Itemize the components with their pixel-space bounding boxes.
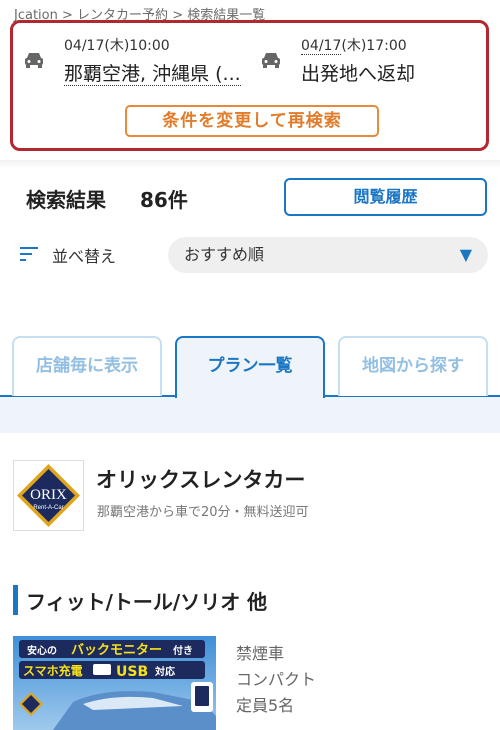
plan-attribute-capacity: 定員5名 [236,696,295,715]
results-title: 検索結果 [26,188,106,212]
photo-banner-1-suffix: 付き [173,644,193,657]
pickup-date: 04/17 [64,38,105,54]
sort-select[interactable]: おすすめ順 ▼ [168,237,488,273]
header-shadow [0,160,500,168]
return-location[interactable]: 出発地へ返却 [301,59,415,86]
photo-banner-1-highlight: バックモニター [71,643,162,658]
caret-down-icon: ▼ [459,245,472,264]
sort-label: 並べ替え [52,247,117,266]
orix-logo-subtext: Rent-A-Car [33,505,63,511]
tab-plan-list[interactable]: プラン一覧 [175,336,325,398]
car-photo[interactable]: 安心の バックモニター 付き スマホ充電 USB 対応 [13,636,216,730]
browsing-history-button[interactable]: 閲覧履歴 [284,178,487,216]
return-day-time: (木)17:00 [341,38,407,54]
tabs-background [0,395,500,433]
plan-attribute-smoking: 禁煙車 [236,644,285,663]
orix-logo-text: ORIX [30,487,67,503]
car-icon [23,51,45,69]
photo-banner-1-prefix: 安心の [27,644,57,657]
research-button[interactable]: 条件を変更して再検索 [125,105,379,137]
return-datetime[interactable]: 04/17(木)17:00 [301,35,407,55]
tab-map-search[interactable]: 地図から探す [338,336,488,396]
car-class-accent-bar [13,585,18,615]
tab-store-list[interactable]: 店舗毎に表示 [12,336,162,396]
pickup-day-time: (木)10:00 [104,38,170,54]
sort-selected-value: おすすめ順 [184,245,265,264]
plan-attribute-class: コンパクト [236,670,317,689]
orix-logo: ORIX Rent-A-Car [13,460,84,531]
car-icon [260,51,282,69]
results-count: 86件 [140,188,188,212]
photo-banner-2-suffix: 対応 [154,665,175,678]
return-date: 04/17 [301,38,342,55]
sort-icon [20,246,40,262]
pickup-location[interactable]: 那覇空港, 沖縄県 (... [64,59,241,86]
search-conditions-panel: 04/17(木)10:00 那覇空港, 沖縄県 (... 04/17(木)17:… [10,20,489,151]
shop-access: 那覇空港から車で20分・無料送迎可 [97,505,309,520]
photo-banner-2-prefix: スマホ充電 [23,663,83,678]
pickup-datetime[interactable]: 04/17(木)10:00 [64,35,170,55]
photo-banner-2-highlight: USB [116,664,148,680]
shop-name[interactable]: オリックスレンタカー [96,464,305,494]
car-class-title: フィット/トール/ソリオ 他 [26,590,268,614]
pickup-location-text: 那覇空港, 沖縄県 (... [64,63,241,86]
